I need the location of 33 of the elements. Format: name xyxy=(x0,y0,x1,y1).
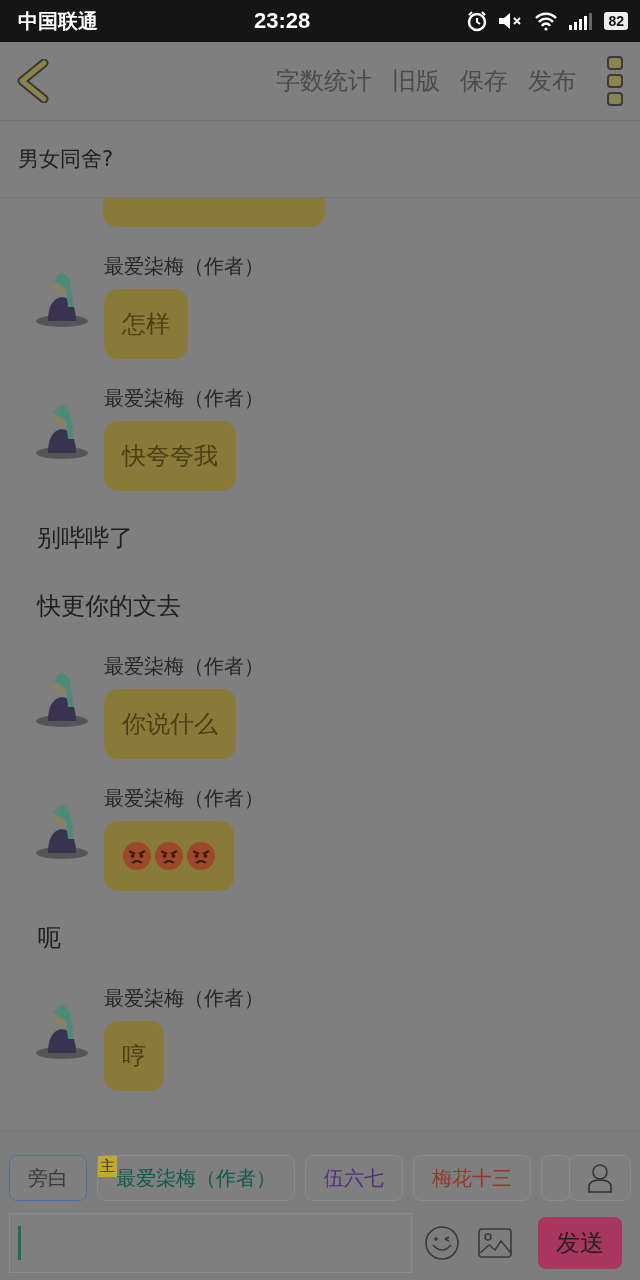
sender-name: 最爱柒梅（作者） xyxy=(104,785,264,811)
message-bubble: 你说什么 xyxy=(104,689,236,759)
angry-face-icon xyxy=(186,841,216,871)
role-tab[interactable]: 伍六七 xyxy=(305,1155,403,1201)
smiley-icon[interactable] xyxy=(424,1225,460,1261)
message-bubble: 哼 xyxy=(104,1021,164,1091)
send-button[interactable]: 发送 xyxy=(538,1217,622,1269)
narration-text: 别哔哔了 xyxy=(36,523,134,554)
angry-face-icon xyxy=(122,841,152,871)
battery-level: 82 xyxy=(604,12,628,30)
sender-name: 最爱柒梅（作者） xyxy=(104,253,264,279)
narration-text: 呃 xyxy=(36,923,62,954)
sender-name: 最爱柒梅（作者） xyxy=(104,653,264,679)
character-button[interactable] xyxy=(569,1155,631,1201)
more-menu-icon[interactable] xyxy=(606,55,624,107)
carrier-name: 中国联通 xyxy=(18,7,98,35)
alarm-icon xyxy=(466,10,489,32)
back-icon[interactable] xyxy=(16,59,50,103)
message-bubble: 怎样 xyxy=(104,289,188,359)
sender-name: 最爱柒梅（作者） xyxy=(104,985,264,1011)
angry-face-icon xyxy=(154,841,184,871)
role-tab[interactable]: 旁白 xyxy=(9,1155,87,1201)
narration-text: 快更你的文去 xyxy=(35,591,182,622)
message-bubble: 快夸夸我 xyxy=(104,421,236,491)
signal-icon xyxy=(568,12,595,30)
clock-time: 23:28 xyxy=(253,8,312,34)
lead-badge: 主 xyxy=(98,1156,117,1177)
role-tab[interactable]: 梅花十三 xyxy=(413,1155,531,1201)
message-input-field[interactable] xyxy=(9,1213,412,1273)
sender-name: 最爱柒梅（作者） xyxy=(104,385,264,411)
user-icon xyxy=(587,1163,613,1193)
wifi-icon xyxy=(534,11,559,31)
image-icon[interactable] xyxy=(478,1228,512,1258)
